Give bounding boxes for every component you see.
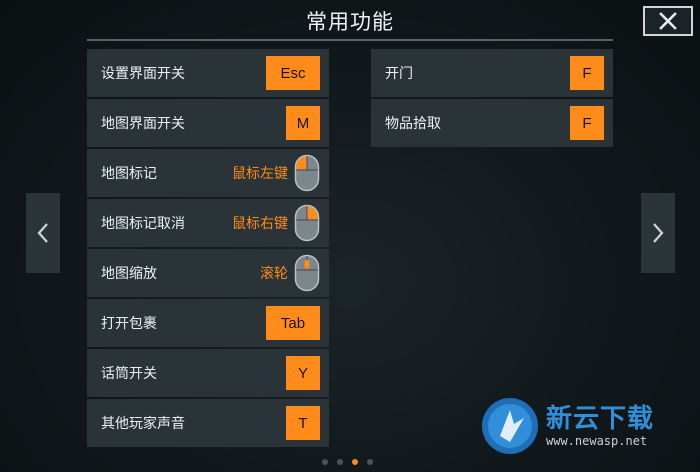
mouse-binding[interactable]: 鼠标左键 (232, 154, 320, 192)
key-badge[interactable]: Y (286, 356, 320, 390)
mouse-binding[interactable]: 鼠标右键 (232, 204, 320, 242)
keybind-row[interactable]: 地图标记 鼠标左键 (87, 149, 329, 197)
page-dot[interactable] (322, 459, 328, 465)
key-badge[interactable]: Esc (266, 56, 320, 90)
title-divider (87, 39, 613, 41)
mouse-wheel-icon (294, 254, 320, 292)
key-badge[interactable]: Tab (266, 306, 320, 340)
keybind-row[interactable]: 其他玩家声音 T (87, 399, 329, 447)
page-indicator (322, 459, 373, 465)
previous-page-button[interactable] (26, 193, 60, 273)
keybind-label: 打开包裹 (101, 316, 157, 332)
page-dot[interactable] (337, 459, 343, 465)
keybind-row[interactable]: 地图缩放 滚轮 (87, 249, 329, 297)
key-badge[interactable]: F (570, 56, 604, 90)
page-dot[interactable] (367, 459, 373, 465)
watermark-title: 新云下载 (546, 404, 655, 434)
keybind-label: 地图标记取消 (101, 216, 185, 232)
key-badge[interactable]: T (286, 406, 320, 440)
keybind-row[interactable]: 地图标记取消 鼠标右键 (87, 199, 329, 247)
close-icon (659, 12, 677, 30)
mouse-right-icon (294, 204, 320, 242)
keybind-label: 物品拾取 (385, 116, 441, 132)
right-keybind-list: 开门 F 物品拾取 F (371, 49, 613, 149)
key-badge[interactable]: F (570, 106, 604, 140)
site-logo-icon (482, 398, 538, 454)
mouse-left-icon (294, 154, 320, 192)
page-title: 常用功能 (306, 10, 394, 34)
keybind-label: 话筒开关 (101, 366, 157, 382)
mouse-binding[interactable]: 滚轮 (260, 254, 320, 292)
mouse-binding-label: 滚轮 (260, 266, 288, 282)
keybind-label: 开门 (385, 66, 413, 82)
keybind-label: 其他玩家声音 (101, 416, 185, 432)
next-page-button[interactable] (641, 193, 675, 273)
keybind-label: 地图界面开关 (101, 116, 185, 132)
close-button[interactable] (643, 6, 693, 36)
keybind-row[interactable]: 物品拾取 F (371, 99, 613, 147)
chevron-right-icon (653, 223, 664, 243)
page-dot[interactable] (352, 459, 358, 465)
keybind-label: 设置界面开关 (101, 66, 185, 82)
keybind-row[interactable]: 设置界面开关 Esc (87, 49, 329, 97)
left-keybind-list: 设置界面开关 Esc 地图界面开关 M 地图标记 鼠标左键地图标记取消 鼠标右键地图缩放 滚轮… (87, 49, 329, 449)
keybind-row[interactable]: 开门 F (371, 49, 613, 97)
keybind-row[interactable]: 打开包裹 Tab (87, 299, 329, 347)
chevron-left-icon (37, 223, 48, 243)
key-badge[interactable]: M (286, 106, 320, 140)
mouse-binding-label: 鼠标左键 (232, 166, 288, 182)
keybind-label: 地图缩放 (101, 266, 157, 282)
watermark: 新云下载 www.newasp.net (480, 396, 654, 456)
keybind-row[interactable]: 话筒开关 Y (87, 349, 329, 397)
watermark-url: www.newasp.net (546, 434, 648, 448)
keybind-label: 地图标记 (101, 166, 157, 182)
keybind-row[interactable]: 地图界面开关 M (87, 99, 329, 147)
mouse-binding-label: 鼠标右键 (232, 216, 288, 232)
